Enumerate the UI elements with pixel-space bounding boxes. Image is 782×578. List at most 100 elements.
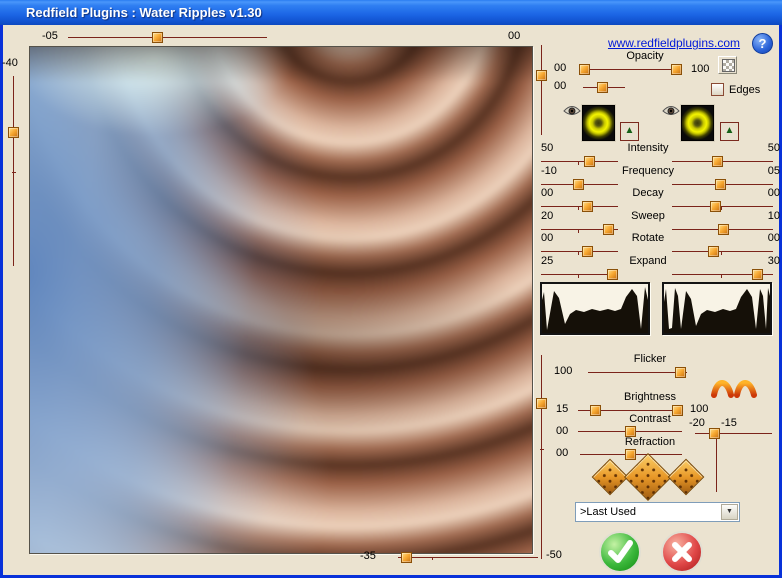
waveform-display-left <box>540 282 650 335</box>
left-nav-handle[interactable] <box>8 127 19 138</box>
preset-dropdown[interactable]: >Last Used ▼ <box>575 502 740 522</box>
top-nav-left-value: -05 <box>42 30 58 42</box>
bottom-nav-track[interactable] <box>398 557 538 558</box>
opacity-label: Opacity <box>590 50 700 62</box>
offset-x-value: -20 <box>689 417 705 429</box>
eye-icon-left[interactable] <box>563 105 581 117</box>
ok-button[interactable] <box>599 531 641 573</box>
decay-label: Decay <box>596 187 700 199</box>
bottom-nav-handle[interactable] <box>401 552 412 563</box>
top-nav-right-value: 00 <box>508 30 520 42</box>
decay-right-handle[interactable] <box>710 201 721 212</box>
pattern-button[interactable] <box>718 56 737 74</box>
rotate-right-tick <box>721 251 722 255</box>
top-nav-handle[interactable] <box>152 32 163 43</box>
water-ripples-preview-image <box>29 46 533 554</box>
waveform-display-right <box>662 282 772 335</box>
offset-h-track[interactable] <box>695 433 772 434</box>
offset-v-track[interactable] <box>716 433 717 492</box>
brightness-label: Brightness <box>598 391 702 403</box>
offset-handle[interactable] <box>709 428 720 439</box>
decay-left-handle[interactable] <box>582 201 593 212</box>
refraction-value: 00 <box>556 447 568 459</box>
decay-left-track[interactable] <box>541 206 618 207</box>
rotate-right-value: 00 <box>750 232 780 244</box>
right-bottom-nav-value: -50 <box>546 549 562 561</box>
opacity-second-value: 00 <box>554 80 566 92</box>
website-link[interactable]: www.redfieldplugins.com <box>600 36 748 50</box>
rotate-left-handle[interactable] <box>582 246 593 257</box>
ripple-shape-button-right[interactable] <box>681 105 714 141</box>
refraction-handle[interactable] <box>625 449 636 460</box>
cancel-button[interactable] <box>661 531 703 573</box>
brightness-min-value: 15 <box>556 403 568 415</box>
sweep-left-value: 20 <box>541 210 569 222</box>
intensity-left-value: 50 <box>541 142 569 154</box>
waveform-left-curve <box>542 284 648 333</box>
rotate-left-value: 00 <box>541 232 569 244</box>
left-nav-tick <box>12 172 16 173</box>
preview-canvas[interactable] <box>29 46 533 554</box>
check-icon <box>601 533 639 571</box>
sweep-right-handle[interactable] <box>718 224 729 235</box>
help-icon[interactable]: ? <box>752 33 773 54</box>
right-top-nav-handle[interactable] <box>536 70 547 81</box>
left-nav-track[interactable] <box>13 76 14 266</box>
decay-right-value: 00 <box>750 187 780 199</box>
expand-left-tick <box>578 274 579 278</box>
rotate-left-tick <box>578 251 579 255</box>
opacity-handle-high[interactable] <box>671 64 682 75</box>
rotate-label: Rotate <box>596 232 700 244</box>
right-bottom-nav-handle[interactable] <box>536 398 547 409</box>
plugin-window: Redfield Plugins : Water Ripples v1.30 -… <box>0 0 782 578</box>
opacity-second-handle[interactable] <box>597 82 608 93</box>
checker-icon <box>722 59 735 72</box>
arc-icon-left <box>714 383 731 395</box>
expand-left-handle[interactable] <box>607 269 618 280</box>
wave-arcs-button[interactable] <box>710 376 758 398</box>
flicker-handle[interactable] <box>675 367 686 378</box>
decay-right-track[interactable] <box>672 206 773 207</box>
expand-right-value: 30 <box>750 255 780 267</box>
up-triangle-button-left[interactable]: ▲ <box>620 122 639 141</box>
up-triangle-button-right[interactable]: ▲ <box>720 122 739 141</box>
opacity-track[interactable] <box>585 69 679 70</box>
opacity-max-value: 100 <box>691 63 709 75</box>
rotate-right-handle[interactable] <box>708 246 719 257</box>
right-top-nav-track[interactable] <box>541 45 542 135</box>
expand-right-handle[interactable] <box>752 269 763 280</box>
edges-checkbox[interactable] <box>711 83 724 96</box>
intensity-right-handle[interactable] <box>712 156 723 167</box>
frequency-right-handle[interactable] <box>715 179 726 190</box>
bottom-nav-tick <box>432 557 433 560</box>
titlebar[interactable]: Redfield Plugins : Water Ripples v1.30 <box>0 0 782 25</box>
refraction-label: Refraction <box>598 436 702 448</box>
window-title: Redfield Plugins : Water Ripples v1.30 <box>0 5 262 20</box>
chevron-down-icon[interactable]: ▼ <box>721 504 738 520</box>
expand-right-tick <box>721 274 722 278</box>
frequency-left-value: -10 <box>541 165 569 177</box>
offset-y-value: -15 <box>721 417 737 429</box>
right-bottom-nav-track[interactable] <box>541 355 542 559</box>
opacity-min-value: 00 <box>554 62 566 74</box>
decay-left-tick <box>578 206 579 210</box>
intensity-left-track[interactable] <box>541 161 618 162</box>
right-bottom-nav-tick <box>540 449 544 450</box>
top-nav-track[interactable] <box>68 37 267 38</box>
expand-label: Expand <box>596 255 700 267</box>
intensity-left-handle[interactable] <box>584 156 595 167</box>
frequency-label: Frequency <box>596 165 700 177</box>
rotate-right-track[interactable] <box>672 251 773 252</box>
frequency-left-handle[interactable] <box>573 179 584 190</box>
flicker-label: Flicker <box>598 353 702 365</box>
intensity-left-tick <box>578 161 579 165</box>
expand-left-value: 25 <box>541 255 569 267</box>
decay-right-tick <box>721 206 722 210</box>
preset-selected-value: >Last Used <box>580 506 636 518</box>
rotate-left-track[interactable] <box>541 251 618 252</box>
opacity-handle-low[interactable] <box>579 64 590 75</box>
eye-icon-right[interactable] <box>662 105 680 117</box>
flicker-track[interactable] <box>588 372 687 373</box>
arc-icon-right <box>737 383 754 395</box>
ripple-shape-button-left[interactable] <box>582 105 615 141</box>
